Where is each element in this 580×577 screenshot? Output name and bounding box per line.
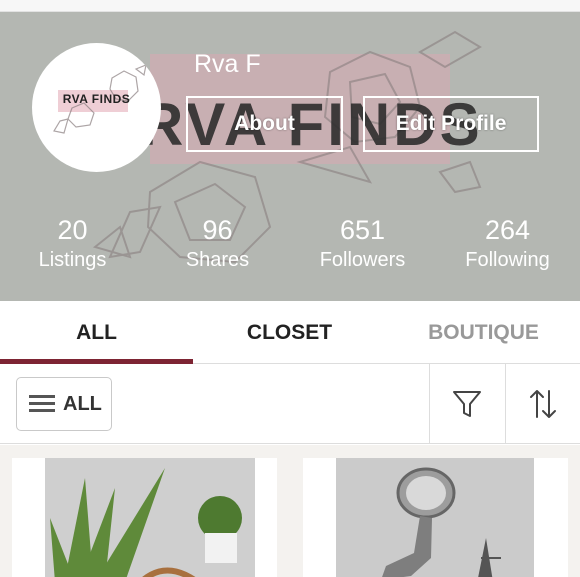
stat-listings[interactable]: 20 Listings [0, 213, 145, 273]
mirror-photo-art [336, 458, 534, 577]
stat-value: 264 [484, 215, 531, 245]
stat-following[interactable]: 264 Following [435, 213, 580, 273]
filter-icon [453, 391, 481, 417]
avatar-rose-art [53, 64, 147, 134]
menu-icon [29, 395, 55, 413]
listing-card[interactable] [12, 458, 277, 577]
listing-photo[interactable] [45, 458, 255, 577]
avatar-brand-text: RVA FINDS [62, 92, 131, 106]
filter-button[interactable] [430, 364, 504, 444]
about-button[interactable]: About [186, 96, 343, 152]
stat-value: 651 [339, 215, 386, 245]
plant-photo-art [45, 458, 255, 577]
tab-all[interactable]: ALL [0, 301, 193, 364]
edit-profile-button[interactable]: Edit Profile [363, 96, 539, 152]
sort-button[interactable] [506, 364, 580, 444]
stat-value: 20 [57, 215, 88, 245]
listing-card[interactable] [303, 458, 568, 577]
category-menu-button[interactable]: ALL [16, 377, 112, 431]
category-menu-label: ALL [63, 392, 102, 415]
stat-label: Followers [319, 249, 406, 271]
avatar[interactable]: RVA FINDS [32, 43, 161, 172]
tab-closet[interactable]: CLOSET [193, 301, 386, 364]
closet-tabs: ALL CLOSET BOUTIQUE [0, 301, 580, 364]
filter-bar: ALL [0, 364, 580, 444]
stat-label: Listings [38, 249, 107, 271]
listing-photo[interactable] [336, 458, 534, 577]
stat-label: Following [465, 249, 550, 271]
stat-followers[interactable]: 651 Followers [290, 213, 435, 273]
stat-value: 96 [202, 215, 233, 245]
top-status-strip [0, 0, 580, 12]
stat-label: Shares [185, 249, 250, 271]
tab-boutique[interactable]: BOUTIQUE [387, 301, 580, 364]
profile-display-name: Rva F [194, 50, 261, 78]
stat-shares[interactable]: 96 Shares [145, 213, 290, 273]
listing-grid [0, 445, 580, 577]
sort-icon [530, 390, 556, 418]
